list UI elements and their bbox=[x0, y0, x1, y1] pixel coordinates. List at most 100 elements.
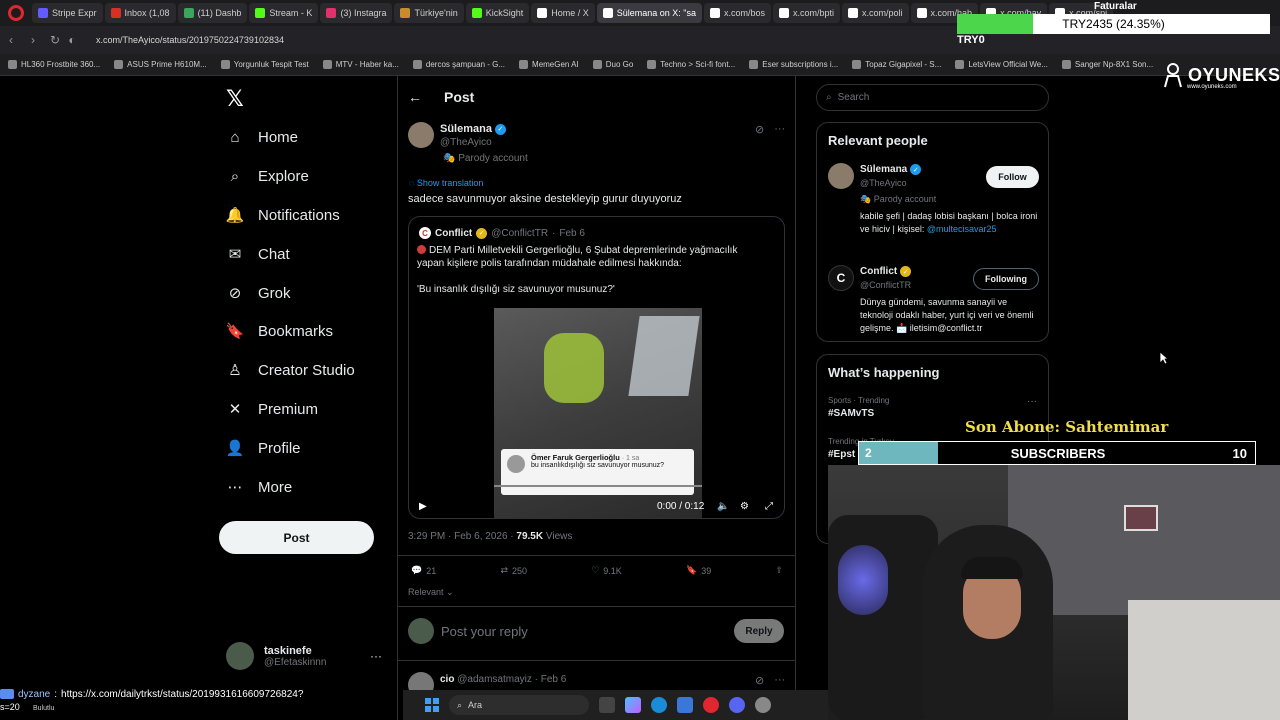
x-logo-icon[interactable]: 𝕏 bbox=[226, 86, 244, 112]
trend-more-icon[interactable]: ··· bbox=[1027, 396, 1037, 407]
bookmark-item[interactable]: ASUS Prime H610M... bbox=[114, 60, 207, 69]
bookmark-item[interactable]: Yorgunluk Tespit Test bbox=[220, 60, 309, 69]
post-time[interactable]: 3:29 PM bbox=[408, 531, 445, 542]
like-action[interactable]: ♡ 9.1K bbox=[591, 565, 622, 576]
browser-tab[interactable]: x.com/bpti bbox=[773, 3, 841, 23]
nav-item-grok[interactable]: ⊘ Grok bbox=[226, 284, 291, 303]
bookmark-item[interactable]: Topaz Gigapixel - S... bbox=[852, 60, 941, 69]
play-icon[interactable]: ▶ bbox=[419, 501, 427, 512]
edge-icon[interactable] bbox=[651, 697, 667, 713]
volume-icon[interactable]: 🔈 bbox=[717, 501, 729, 512]
reply-sort-dropdown[interactable]: Relevant ⌄ bbox=[408, 587, 454, 598]
back-arrow-icon[interactable]: ‹ bbox=[0, 33, 22, 47]
site-info-icon[interactable]: ◐ bbox=[66, 33, 78, 47]
faturalar-label: Faturalar bbox=[1094, 1, 1137, 12]
browser-tab[interactable]: Türkiye'nin bbox=[394, 3, 464, 23]
account-more-icon[interactable]: ··· bbox=[370, 649, 382, 663]
nav-item-notifications[interactable]: 🔔 Notifications bbox=[226, 206, 340, 225]
nav-item-explore[interactable]: ⌕ Explore bbox=[226, 167, 309, 185]
taskbar-search[interactable]: ⌕ Ara bbox=[449, 695, 589, 715]
browser-tab[interactable]: Inbox (1,08 bbox=[104, 3, 176, 23]
nav-item-profile[interactable]: 👤 Profile bbox=[226, 439, 301, 458]
bookmark-item[interactable]: MTV - Haber ka... bbox=[322, 60, 399, 69]
windows-start-icon[interactable] bbox=[425, 698, 439, 712]
video-progress-bar[interactable] bbox=[494, 485, 702, 487]
discord-icon[interactable] bbox=[729, 697, 745, 713]
bio-link[interactable]: @multecisavar25 bbox=[927, 224, 997, 234]
bookmark-favicon-icon bbox=[322, 60, 332, 69]
bookmark-item[interactable]: Sanger Np-8X1 Son... bbox=[1061, 60, 1153, 69]
reload-icon[interactable]: ↻ bbox=[44, 33, 66, 47]
avatar[interactable]: C bbox=[828, 265, 854, 291]
nav-item-more[interactable]: ⋯ More bbox=[226, 478, 293, 497]
browser-tab[interactable]: KickSight bbox=[465, 3, 530, 23]
fullscreen-icon[interactable]: ⤢ bbox=[765, 501, 773, 512]
repost-action[interactable]: ⇄ 250 bbox=[500, 565, 527, 576]
person-name-row[interactable]: Sülemana ✓ bbox=[860, 164, 922, 175]
follow-button[interactable]: Follow bbox=[986, 166, 1039, 188]
browser-tab[interactable]: x.com/poli bbox=[842, 3, 909, 23]
reply-input[interactable]: Post your reply bbox=[441, 624, 528, 639]
reply-author-handle[interactable]: @adamsatmayiz bbox=[457, 674, 532, 685]
author-name-row[interactable]: Sülemana ✓ bbox=[440, 123, 506, 135]
settings-gear-icon[interactable]: ⚙ bbox=[740, 501, 749, 512]
opera-logo-icon[interactable] bbox=[8, 5, 24, 21]
search-input[interactable] bbox=[837, 92, 1028, 103]
share-action[interactable]: ⇪ bbox=[775, 565, 783, 576]
browser-tab[interactable]: Sülemana on X: "sa bbox=[596, 3, 702, 23]
search-icon: ⌕ bbox=[826, 92, 832, 103]
trend-name[interactable]: #Epst bbox=[828, 449, 855, 460]
person-handle[interactable]: @ConflictTR bbox=[860, 280, 911, 290]
bookmark-item[interactable]: Techno > Sci-fi font... bbox=[647, 60, 735, 69]
chevron-down-icon: ⌄ bbox=[446, 587, 454, 597]
avatar[interactable] bbox=[828, 163, 854, 189]
bookmark-item[interactable]: HL360 Frostbite 360... bbox=[8, 60, 100, 69]
post-date[interactable]: Feb 6, 2026 bbox=[454, 531, 507, 542]
reply-author-name[interactable]: cio bbox=[440, 674, 454, 685]
settings-gear-icon[interactable] bbox=[755, 697, 771, 713]
browser-tab[interactable]: Stream - K bbox=[249, 3, 319, 23]
nav-item-bookmarks[interactable]: 🔖 Bookmarks bbox=[226, 322, 333, 341]
author-name: Sülemana bbox=[440, 123, 492, 135]
show-translation-link[interactable]: ◌ Show translation bbox=[409, 178, 483, 188]
author-handle[interactable]: @TheAyico bbox=[440, 137, 492, 148]
bookmark-item[interactable]: Duo Go bbox=[592, 60, 633, 69]
bookmark-action[interactable]: 🔖 39 bbox=[686, 565, 711, 576]
opera-icon[interactable] bbox=[703, 697, 719, 713]
bookmark-item[interactable]: Eser subscriptions i... bbox=[749, 60, 838, 69]
person-handle[interactable]: @TheAyico bbox=[860, 178, 907, 188]
store-icon[interactable] bbox=[677, 697, 693, 713]
nav-item-chat[interactable]: ✉ Chat bbox=[226, 245, 290, 264]
url-field[interactable]: x.com/TheAyico/status/201975022473910283… bbox=[96, 35, 284, 45]
quoted-post[interactable]: C Conflict ✓ @ConflictTR · Feb 6 DEM Par… bbox=[408, 216, 785, 519]
copilot-icon[interactable] bbox=[625, 697, 641, 713]
author-avatar[interactable] bbox=[408, 122, 434, 148]
back-arrow-icon[interactable]: ← bbox=[408, 89, 422, 105]
reply-action[interactable]: 💬 21 bbox=[411, 565, 436, 576]
trend-name[interactable]: #SAMvTS bbox=[828, 408, 874, 419]
more-options-icon[interactable]: ··· bbox=[774, 674, 785, 687]
person-name-row[interactable]: Conflict ✓ bbox=[860, 266, 912, 277]
bookmark-item[interactable]: dercos şampuan - G... bbox=[412, 60, 505, 69]
compose-post-button[interactable]: Post bbox=[219, 521, 374, 554]
more-options-icon[interactable]: ··· bbox=[774, 123, 785, 136]
reply-button[interactable]: Reply bbox=[734, 619, 784, 643]
search-box[interactable]: ⌕ bbox=[816, 84, 1049, 111]
nav-item-premium[interactable]: ✕ Premium bbox=[226, 400, 318, 419]
account-switcher[interactable]: taskinefe @Efetaskinnn bbox=[226, 642, 326, 670]
bookmark-item[interactable]: MemeGen AI bbox=[519, 60, 579, 69]
browser-tab[interactable]: (3) Instagra bbox=[320, 3, 393, 23]
nav-item-home[interactable]: ⌂ Home bbox=[226, 128, 298, 146]
browser-tab[interactable]: Stripe Expr bbox=[32, 3, 103, 23]
following-button[interactable]: Following bbox=[973, 268, 1039, 290]
grok-icon[interactable]: ⊘ bbox=[755, 674, 764, 687]
forward-arrow-icon[interactable]: › bbox=[22, 33, 44, 47]
grok-icon[interactable]: ⊘ bbox=[755, 123, 764, 136]
quoted-post-header: C Conflict ✓ @ConflictTR · Feb 6 bbox=[419, 227, 585, 239]
nav-item-creator-studio[interactable]: ♙ Creator Studio bbox=[226, 361, 354, 380]
browser-tab[interactable]: (11) Dashb bbox=[177, 3, 248, 23]
bookmark-item[interactable]: LetsView Official We... bbox=[955, 60, 1048, 69]
browser-tab[interactable]: x.com/bos bbox=[704, 3, 772, 23]
task-view-icon[interactable] bbox=[599, 697, 615, 713]
browser-tab[interactable]: Home / X bbox=[531, 3, 595, 23]
